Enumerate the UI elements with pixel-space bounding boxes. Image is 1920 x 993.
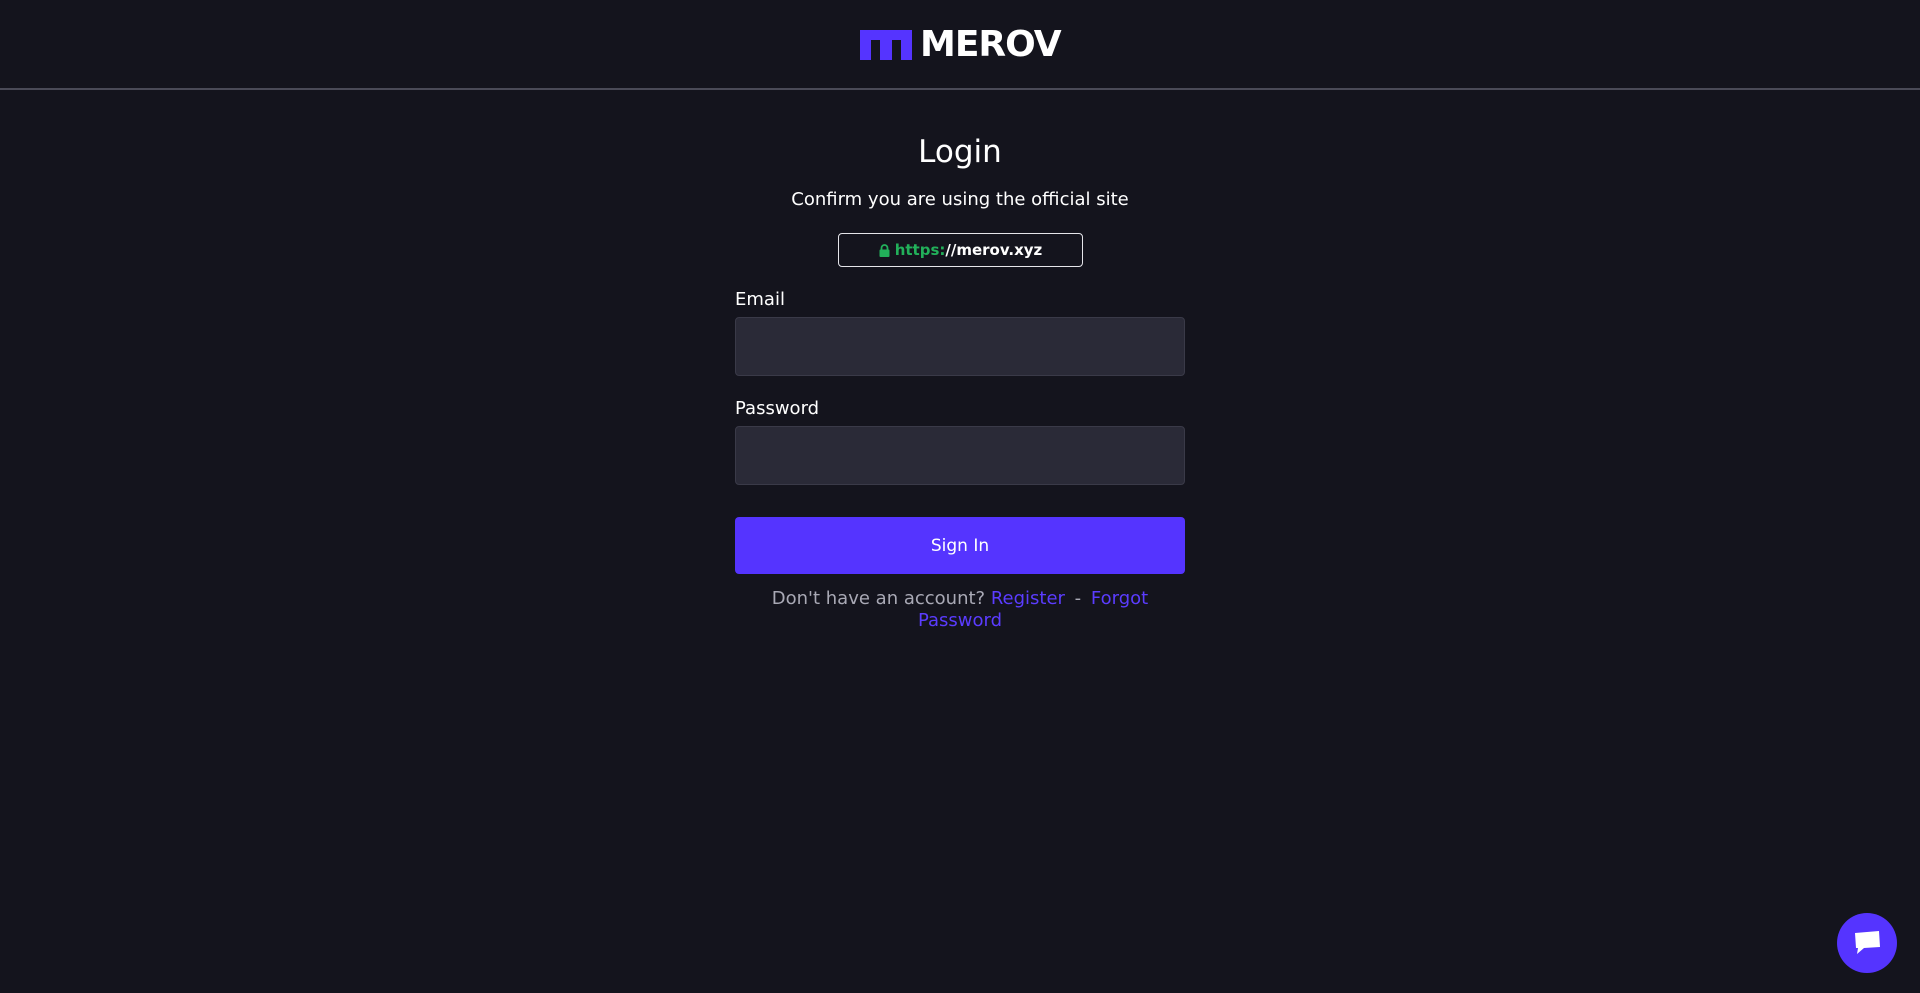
merov-logo[interactable]: MEROV [860, 24, 1062, 65]
email-label: Email [735, 289, 785, 310]
official-site-notice: Confirm you are using the official site [791, 189, 1129, 210]
chat-button[interactable] [1837, 913, 1897, 973]
register-link[interactable]: Register [991, 588, 1065, 609]
logo-text: MEROV [920, 24, 1062, 65]
account-links: Don't have an account? Register - Forgot… [735, 588, 1185, 632]
no-account-text: Don't have an account? [771, 588, 986, 609]
chat-bubble-icon [1855, 931, 1880, 954]
merov-m-logo-icon [860, 30, 912, 60]
url-host: //merov.xyz [945, 241, 1043, 259]
official-url-badge: https://merov.xyz [838, 233, 1083, 267]
lock-icon [879, 243, 890, 257]
password-field[interactable] [735, 426, 1185, 485]
page-title: Login [918, 134, 1002, 170]
sign-in-button[interactable]: Sign In [735, 517, 1185, 574]
url-scheme: https: [894, 241, 946, 259]
email-field[interactable] [735, 317, 1185, 376]
site-header: MEROV [0, 0, 1920, 90]
password-label: Password [735, 398, 820, 419]
link-separator: - [1074, 588, 1082, 609]
